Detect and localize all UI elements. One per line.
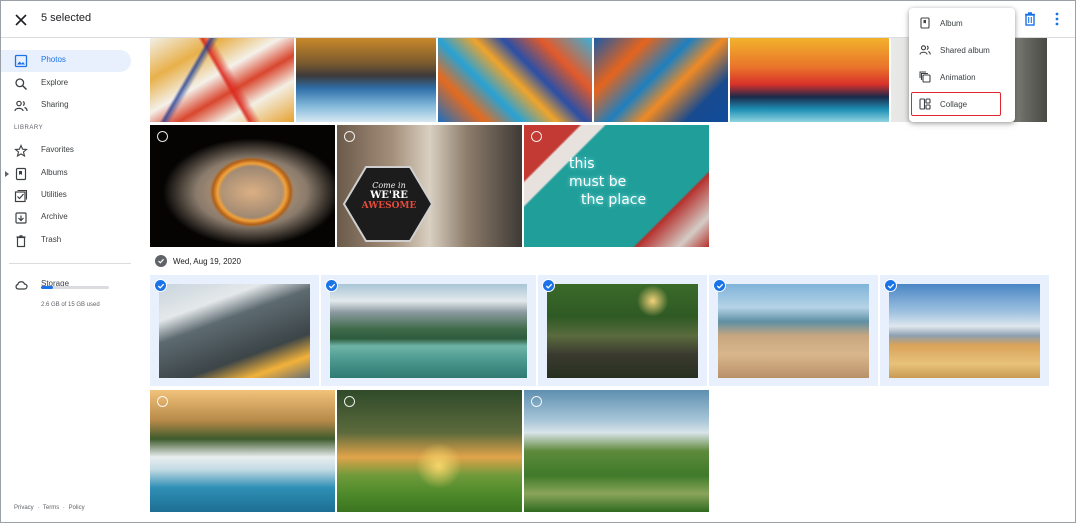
more-options-button[interactable]: [1048, 9, 1066, 29]
sign-line: AWESOME: [361, 201, 417, 211]
select-circle[interactable]: [344, 131, 355, 142]
neon-line: the place: [581, 192, 647, 208]
sidebar: Photos Explore Sharing LIBRARY Favorites: [1, 38, 141, 522]
album-icon: [920, 17, 930, 29]
select-circle[interactable]: [157, 396, 168, 407]
animation-icon: [919, 71, 931, 83]
trash-icon: [1025, 12, 1035, 26]
sidebar-item-label: Albums: [41, 168, 68, 177]
photo-colorful-brushstrokes[interactable]: [438, 38, 592, 122]
date-select-check-icon[interactable]: [155, 255, 167, 267]
menu-item-label: Album: [940, 19, 963, 28]
utilities-icon: [14, 189, 28, 203]
search-icon: [15, 78, 28, 91]
delete-button[interactable]: [1021, 10, 1039, 28]
shared-album-icon: [919, 45, 931, 55]
close-selection-button[interactable]: [10, 9, 32, 31]
selected-check-icon[interactable]: [713, 279, 726, 292]
menu-item-album[interactable]: Album: [909, 10, 1015, 36]
menu-item-label: Collage: [940, 100, 968, 109]
sidebar-item-storage[interactable]: Storage: [1, 274, 131, 296]
close-icon: [15, 14, 27, 26]
sign-line: WE'RE: [370, 190, 408, 201]
sidebar-item-label: Photos: [41, 55, 66, 64]
neon-text: this must be the place: [569, 155, 646, 209]
sign-text: Come in WE'RE AWESOME: [359, 181, 419, 211]
select-circle[interactable]: [531, 131, 542, 142]
library-section-label: LIBRARY: [14, 125, 44, 131]
sidebar-item-albums[interactable]: Albums: [1, 163, 131, 185]
more-vert-icon: [1055, 12, 1059, 26]
terms-link[interactable]: Terms: [43, 505, 59, 511]
sidebar-item-label: Explore: [41, 78, 69, 87]
sign-line: Come in: [372, 181, 406, 190]
photo-tree-sunset[interactable]: [337, 390, 522, 512]
selected-check-icon[interactable]: [325, 279, 338, 292]
sidebar-item-utilities[interactable]: Utilities: [1, 185, 131, 207]
selected-check-icon[interactable]: [884, 279, 897, 292]
sidebar-item-archive[interactable]: Archive: [1, 207, 131, 229]
menu-item-label: Animation: [940, 73, 976, 82]
storage-progress-fill: [41, 286, 53, 289]
neon-line: must be: [569, 174, 627, 190]
selected-check-icon[interactable]: [542, 279, 555, 292]
menu-item-shared-album[interactable]: Shared album: [909, 37, 1015, 63]
photo-abstract-painting[interactable]: [150, 38, 294, 122]
menu-item-label: Shared album: [940, 46, 990, 55]
photo-forest-railway[interactable]: [547, 284, 698, 378]
photo-neon-this-must-be-the-place[interactable]: this must be the place: [524, 125, 709, 247]
archive-icon: [15, 212, 27, 224]
star-icon: [14, 144, 28, 158]
sidebar-item-trash[interactable]: Trash: [1, 230, 131, 252]
sidebar-item-label: Archive: [41, 212, 68, 221]
date-group-header[interactable]: Wed, Aug 19, 2020: [155, 254, 241, 268]
photo-mountain-lake[interactable]: [330, 284, 527, 378]
people-icon: [14, 100, 28, 112]
sidebar-item-favorites[interactable]: Favorites: [1, 140, 131, 162]
date-label: Wed, Aug 19, 2020: [173, 256, 241, 266]
select-circle[interactable]: [531, 396, 542, 407]
sidebar-divider: [9, 263, 131, 264]
photo-van-desert[interactable]: [718, 284, 869, 378]
sidebar-item-photos[interactable]: Photos: [1, 50, 131, 72]
sidebar-item-label: Utilities: [41, 190, 67, 199]
menu-item-animation[interactable]: Animation: [909, 64, 1015, 90]
photo-hiker-rocks[interactable]: [159, 284, 310, 378]
photo-icon: [14, 54, 28, 68]
sidebar-item-label: Sharing: [41, 100, 69, 109]
photo-hiker-mountains[interactable]: [889, 284, 1040, 378]
photo-blue-orange-painting[interactable]: [594, 38, 728, 122]
photo-awesome-sign[interactable]: Come in WE'RE AWESOME: [337, 125, 522, 247]
cloud-icon: [15, 281, 28, 290]
app-window: 5 selected Photos Explore Sharing LIBRAR…: [0, 0, 1076, 523]
footer-separator: ·: [62, 505, 65, 511]
trash-icon: [16, 235, 26, 248]
storage-usage-text: 2.6 GB of 15 GB used: [41, 302, 100, 308]
menu-item-collage[interactable]: Collage: [909, 91, 1015, 117]
selection-count: 5 selected: [41, 12, 92, 24]
photo-steel-wool-fire[interactable]: [150, 125, 335, 247]
photo-canal-houses[interactable]: [296, 38, 436, 122]
select-circle[interactable]: [157, 131, 168, 142]
privacy-link[interactable]: Privacy: [14, 505, 34, 511]
photo-green-hills[interactable]: [524, 390, 709, 512]
sidebar-item-sharing[interactable]: Sharing: [1, 95, 131, 117]
photo-sunset-painting[interactable]: [730, 38, 889, 122]
sidebar-item-explore[interactable]: Explore: [1, 73, 131, 95]
photo-waterfall[interactable]: [150, 390, 335, 512]
storage-progress-bar: [41, 286, 109, 289]
selected-check-icon[interactable]: [154, 279, 167, 292]
footer-separator: ·: [37, 505, 40, 511]
sidebar-item-label: Favorites: [41, 145, 74, 154]
album-icon: [15, 167, 27, 181]
neon-line: this: [569, 156, 595, 172]
select-circle[interactable]: [344, 396, 355, 407]
sidebar-footer: Privacy · Terms · Policy: [14, 505, 87, 511]
expand-arrow-icon[interactable]: [5, 171, 9, 177]
policy-link[interactable]: Policy: [69, 505, 85, 511]
collage-icon: [919, 98, 931, 110]
create-menu: Album Shared album Animation Collage: [909, 8, 1015, 122]
sidebar-item-label: Trash: [41, 235, 62, 244]
